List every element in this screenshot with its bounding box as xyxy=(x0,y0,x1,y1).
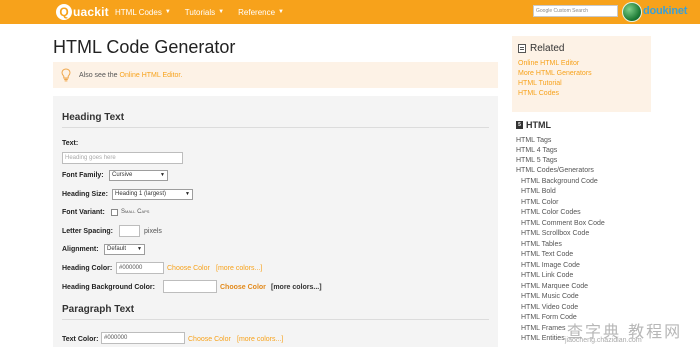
heading-text-section-title: Heading Text xyxy=(62,112,125,123)
select-arrow-icon: ▼ xyxy=(160,172,165,178)
font-family-select[interactable]: Cursive ▼ xyxy=(109,170,168,181)
heading-color-input[interactable]: #000000 xyxy=(116,262,164,274)
sidebar-sublink[interactable]: HTML Link Code xyxy=(521,272,573,279)
sidebar-sublink[interactable]: HTML Music Code xyxy=(521,293,579,300)
select-arrow-icon: ▼ xyxy=(137,246,142,252)
background-choose-color-link[interactable]: Choose Color xyxy=(220,284,266,291)
select-arrow-icon: ▼ xyxy=(185,191,190,197)
sidebar-link[interactable]: HTML 4 Tags xyxy=(516,147,557,154)
quackit-logo[interactable]: Q uackit xyxy=(56,3,109,21)
nav-menu: HTML Codes ▼ Tutorials ▼ Reference ▼ xyxy=(115,0,298,24)
small-caps-checkbox[interactable] xyxy=(111,209,118,216)
related-link[interactable]: HTML Codes xyxy=(518,90,559,97)
caret-down-icon: ▼ xyxy=(164,9,171,15)
sidebar-link[interactable]: HTML Tags xyxy=(516,137,551,144)
sidebar-sublink[interactable]: HTML Scrollbox Code xyxy=(521,230,589,237)
sidebar-sublink[interactable]: HTML Color Codes xyxy=(521,209,581,216)
related-link[interactable]: Online HTML Editor xyxy=(518,60,579,67)
sidebar-sublink[interactable]: HTML Video Code xyxy=(521,304,578,311)
letter-spacing-label: Letter Spacing: xyxy=(62,228,113,235)
related-link[interactable]: HTML Tutorial xyxy=(518,80,562,87)
tip-text: Also see the xyxy=(79,71,118,79)
text-more-colors-link[interactable]: [more colors...] xyxy=(237,336,283,343)
sidebar-sublink[interactable]: HTML Background Code xyxy=(521,178,598,185)
logo-text: uackit xyxy=(73,5,109,19)
sidebar-sublink[interactable]: HTML Color xyxy=(521,199,558,206)
sidebar-link[interactable]: HTML Codes/Generators xyxy=(516,167,594,174)
alignment-select[interactable]: Default ▼ xyxy=(104,244,145,255)
document-icon xyxy=(518,44,526,53)
pixels-unit-label: pixels xyxy=(144,228,162,235)
paragraph-text-section-title: Paragraph Text xyxy=(62,304,135,315)
html5-icon: 5 xyxy=(516,121,523,129)
alignment-label: Alignment: xyxy=(62,246,99,253)
partner-logo-text[interactable]: doukinet xyxy=(643,5,687,17)
alignment-value: Default xyxy=(107,246,127,252)
text-color-label: Text Color: xyxy=(62,336,99,343)
page-title: HTML Code Generator xyxy=(53,37,236,57)
heading-background-color-label: Heading Background Color: xyxy=(62,284,155,291)
heading-size-value: Heading 1 (largest) xyxy=(115,191,167,197)
small-caps-label: Small Caps xyxy=(121,209,150,215)
nav-item-reference[interactable]: Reference ▼ xyxy=(238,8,284,17)
related-link[interactable]: More HTML Generators xyxy=(518,70,592,77)
heading-background-color-input[interactable] xyxy=(163,280,217,293)
sidebar-sublink[interactable]: HTML Image Code xyxy=(521,262,580,269)
section-divider xyxy=(62,319,489,320)
watermark-url: jiaocheng.chazidian.com xyxy=(565,337,642,344)
watermark: 查字典 教程网 jiaocheng.chazidian.com xyxy=(555,318,700,347)
globe-icon xyxy=(622,2,642,22)
sidebar-sublink[interactable]: HTML Text Code xyxy=(521,251,573,258)
nav-item-tutorials[interactable]: Tutorials ▼ xyxy=(185,8,224,17)
google-search-input[interactable]: Google Custom Search xyxy=(533,5,618,17)
background-more-colors-link[interactable]: [more colors...] xyxy=(271,284,322,291)
logo-letter: Q xyxy=(56,4,72,20)
nav-item-label: Reference xyxy=(238,7,276,17)
sidebar-sublink[interactable]: HTML Marquee Code xyxy=(521,283,588,290)
online-html-editor-link[interactable]: Online HTML Editor. xyxy=(120,72,183,79)
sidebar-link[interactable]: HTML 5 Tags xyxy=(516,157,557,164)
sidebar-sublink[interactable]: HTML Bold xyxy=(521,188,556,195)
related-title: Related xyxy=(518,43,564,54)
related-title-text: Related xyxy=(530,43,565,54)
sidebar-heading-text: HTML xyxy=(526,120,551,130)
letter-spacing-input[interactable] xyxy=(119,225,140,237)
font-family-value: Cursive xyxy=(112,172,133,178)
nav-item-label: Tutorials xyxy=(184,7,216,17)
related-box: Related Online HTML Editor More HTML Gen… xyxy=(512,36,651,112)
tip-box: Also see the Online HTML Editor. xyxy=(53,62,498,88)
font-family-label: Font Family: xyxy=(62,172,104,179)
heading-choose-color-link[interactable]: Choose Color xyxy=(167,265,210,272)
caret-down-icon: ▼ xyxy=(278,9,284,15)
heading-size-select[interactable]: Heading 1 (largest) ▼ xyxy=(112,189,193,200)
sidebar-sublink[interactable]: HTML Comment Box Code xyxy=(521,220,605,227)
font-variant-label: Font Variant: xyxy=(62,209,105,216)
sidebar-sublink[interactable]: HTML Tables xyxy=(521,241,562,248)
sidebar-html-heading: 5 HTML xyxy=(516,120,551,130)
heading-color-label: Heading Color: xyxy=(62,265,113,272)
top-nav-bar: Q uackit HTML Codes ▼ Tutorials ▼ Refere… xyxy=(0,0,700,24)
text-label: Text: xyxy=(62,140,79,147)
heading-size-label: Heading Size: xyxy=(62,191,108,198)
nav-item-label: HTML Codes xyxy=(115,7,162,17)
generator-form: Heading Text Text: Heading goes here Fon… xyxy=(53,96,498,347)
heading-text-input[interactable]: Heading goes here xyxy=(62,152,183,164)
text-color-input[interactable]: #000000 xyxy=(101,332,185,344)
lightbulb-icon xyxy=(61,68,71,82)
heading-more-colors-link[interactable]: [more colors...] xyxy=(216,265,262,272)
section-divider xyxy=(62,127,489,128)
nav-item-html-codes[interactable]: HTML Codes ▼ xyxy=(115,8,171,17)
text-choose-color-link[interactable]: Choose Color xyxy=(188,336,231,343)
caret-down-icon: ▼ xyxy=(218,9,225,15)
